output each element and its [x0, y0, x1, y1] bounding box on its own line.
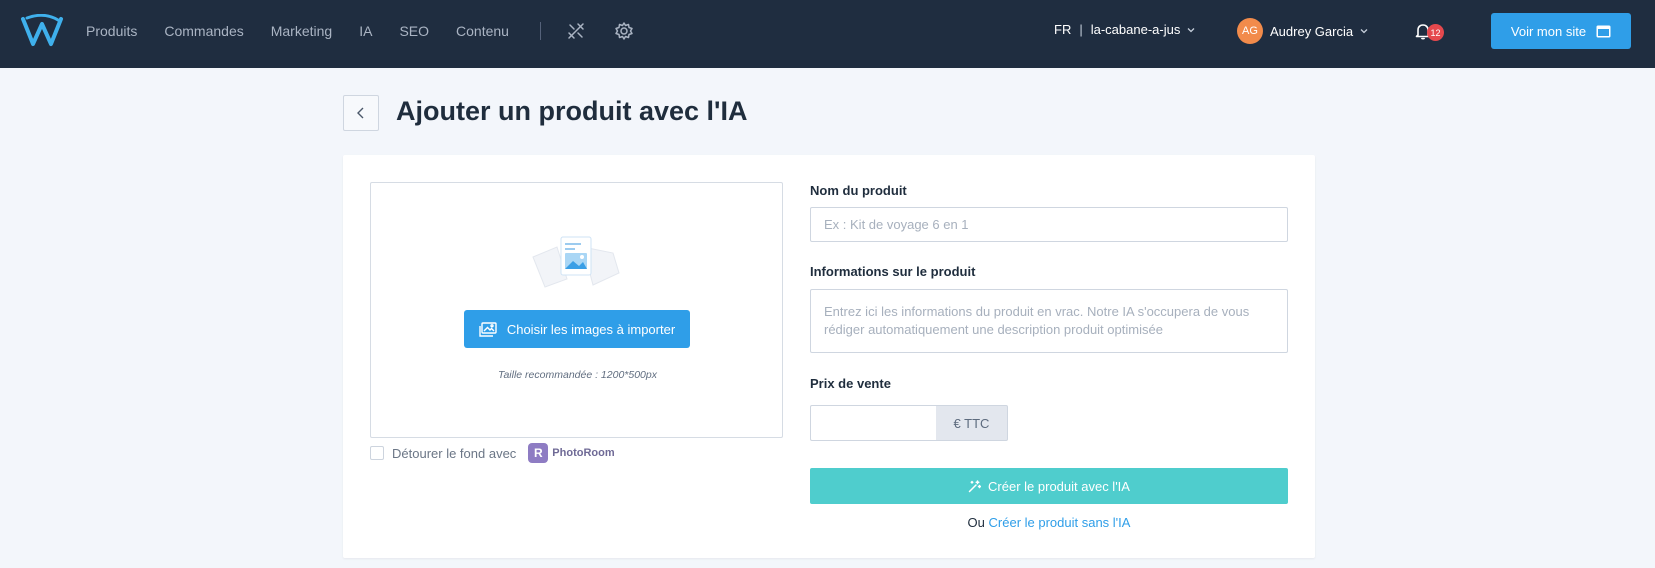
view-site-label: Voir mon site — [1510, 23, 1587, 39]
nav-ia[interactable]: IA — [359, 23, 372, 39]
notification-badge: 12 — [1427, 24, 1444, 41]
shop-name: la-cabane-a-jus — [1090, 22, 1181, 37]
user-name: Audrey Garcia — [1270, 23, 1354, 39]
back-button[interactable] — [343, 95, 379, 131]
shop-selector[interactable]: FR | la-cabane-a-jus — [1054, 22, 1195, 37]
lang-separator: | — [1079, 22, 1083, 37]
price-input[interactable] — [810, 405, 936, 441]
create-with-ai-label: Créer le produit avec l'IA — [988, 478, 1130, 494]
product-info-textarea[interactable] — [810, 289, 1288, 353]
nav-commandes[interactable]: Commandes — [164, 23, 243, 39]
chevron-left-icon — [357, 107, 364, 119]
brand-logo-icon[interactable] — [20, 14, 64, 48]
nav-seo[interactable]: SEO — [399, 23, 429, 39]
or-text: Ou — [967, 515, 985, 530]
image-upload-illustration-icon — [532, 236, 620, 288]
choose-images-button[interactable]: Choisir les images à importer — [464, 310, 690, 348]
user-menu[interactable]: AG Audrey Garcia — [1237, 18, 1368, 44]
price-label: Prix de vente — [810, 376, 891, 391]
main-nav: Produits Commandes Marketing IA SEO Cont… — [86, 0, 661, 62]
nav-marketing[interactable]: Marketing — [271, 23, 332, 39]
create-without-ai-link[interactable]: Créer le produit sans l'IA — [989, 515, 1131, 530]
remove-background-option: Détourer le fond avec R PhotoRoom — [370, 443, 615, 463]
avatar: AG — [1237, 18, 1263, 44]
page-title: Ajouter un produit avec l'IA — [396, 96, 748, 126]
photoroom-logo-icon: R — [528, 443, 549, 463]
nav-produits[interactable]: Produits — [86, 23, 137, 39]
alternative-action: Ou Créer le produit sans l'IA — [810, 515, 1288, 530]
product-info-label: Informations sur le produit — [810, 264, 976, 279]
product-form-card: Choisir les images à importer Taille rec… — [343, 155, 1315, 558]
product-name-label: Nom du produit — [810, 183, 907, 198]
price-currency-addon: € TTC — [936, 405, 1008, 441]
gear-icon[interactable] — [613, 20, 635, 42]
language-code: FR — [1054, 22, 1072, 37]
view-site-button[interactable]: Voir mon site — [1491, 13, 1631, 49]
create-with-ai-button[interactable]: Créer le produit avec l'IA — [810, 468, 1288, 504]
top-navbar: Produits Commandes Marketing IA SEO Cont… — [0, 0, 1655, 68]
choose-images-label: Choisir les images à importer — [506, 321, 676, 337]
image-icon — [479, 321, 497, 337]
browser-window-icon — [1596, 25, 1611, 37]
image-dropzone[interactable]: Choisir les images à importer Taille rec… — [370, 182, 783, 438]
tools-icon[interactable] — [565, 20, 587, 42]
remove-background-checkbox[interactable] — [370, 446, 384, 460]
product-name-input[interactable] — [810, 207, 1288, 242]
price-input-group: € TTC — [810, 405, 1008, 441]
nav-contenu[interactable]: Contenu — [456, 23, 509, 39]
magic-wand-icon — [968, 479, 982, 492]
photoroom-logo-text: PhotoRoom — [552, 447, 615, 459]
photoroom-logo: R PhotoRoom — [528, 443, 615, 463]
nav-divider — [539, 22, 541, 40]
remove-background-label: Détourer le fond avec — [392, 445, 517, 461]
chevron-down-icon — [1187, 27, 1195, 32]
recommended-size-hint: Taille recommandée : 1200*500px — [498, 369, 657, 381]
chevron-down-icon — [1360, 29, 1368, 34]
